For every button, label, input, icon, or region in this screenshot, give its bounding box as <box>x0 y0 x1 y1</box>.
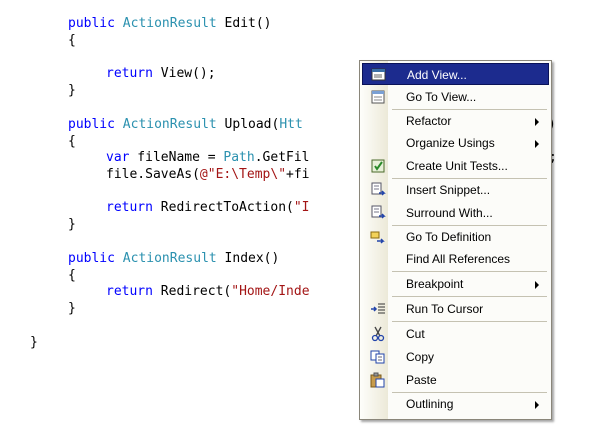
menu-item-organize-usings[interactable]: Organize Usings <box>362 132 549 154</box>
context-menu: Add View... Go To View... Refactor Organ… <box>359 60 552 420</box>
menu-item-run-to-cursor[interactable]: Run To Cursor <box>362 298 549 320</box>
menu-separator <box>392 296 547 297</box>
submenu-arrow-icon <box>535 140 539 148</box>
submenu-arrow-icon <box>535 118 539 126</box>
code-line: return Redirect("Home/Inde <box>106 284 310 299</box>
copy-icon <box>370 350 385 364</box>
add-view-icon <box>371 68 386 81</box>
scissors-icon <box>371 326 385 342</box>
menu-item-insert-snippet[interactable]: Insert Snippet... <box>362 179 549 201</box>
menu-separator <box>392 321 547 322</box>
menu-item-breakpoint[interactable]: Breakpoint <box>362 273 549 295</box>
code-line: public ActionResult Upload(Htt <box>68 117 303 132</box>
menu-item-find-all-references[interactable]: Find All References <box>362 248 549 270</box>
code-line: return RedirectToAction("I <box>106 200 310 215</box>
insert-snippet-icon <box>371 182 386 196</box>
menu-item-create-unit-tests[interactable]: Create Unit Tests... <box>362 155 549 177</box>
menu-item-surround-with[interactable]: Surround With... <box>362 202 549 224</box>
code-line: { <box>68 33 76 48</box>
go-to-view-icon <box>371 90 385 104</box>
run-to-cursor-icon <box>371 303 385 314</box>
menu-separator <box>392 271 547 272</box>
unit-test-icon <box>371 159 385 173</box>
menu-item-outlining[interactable]: Outlining <box>362 393 549 415</box>
paste-icon <box>370 372 385 388</box>
code-line: file.SaveAs(@"E:\Temp\"+fi <box>106 167 310 182</box>
menu-item-go-to-definition[interactable]: Go To Definition <box>362 226 549 248</box>
menu-item-copy[interactable]: Copy <box>362 346 549 368</box>
menu-item-paste[interactable]: Paste <box>362 369 549 391</box>
code-line: } <box>30 335 38 350</box>
code-line: } <box>68 217 76 232</box>
code-line: } <box>68 301 76 316</box>
code-line: { <box>68 134 76 149</box>
menu-item-add-view[interactable]: Add View... <box>362 63 549 85</box>
code-line: { <box>68 268 76 283</box>
menu-item-cut[interactable]: Cut <box>362 323 549 345</box>
submenu-arrow-icon <box>535 401 539 409</box>
code-line: public ActionResult Index() <box>68 251 280 266</box>
menu-item-go-to-view[interactable]: Go To View... <box>362 86 549 108</box>
menu-item-refactor[interactable]: Refactor <box>362 110 549 132</box>
code-line: public ActionResult Edit() <box>68 16 272 31</box>
code-line: } <box>68 83 76 98</box>
code-line: var fileName = Path.GetFil <box>106 150 310 165</box>
submenu-arrow-icon <box>535 281 539 289</box>
go-to-definition-icon <box>370 231 385 244</box>
surround-with-icon <box>371 205 386 219</box>
code-line: return View(); <box>106 66 216 81</box>
